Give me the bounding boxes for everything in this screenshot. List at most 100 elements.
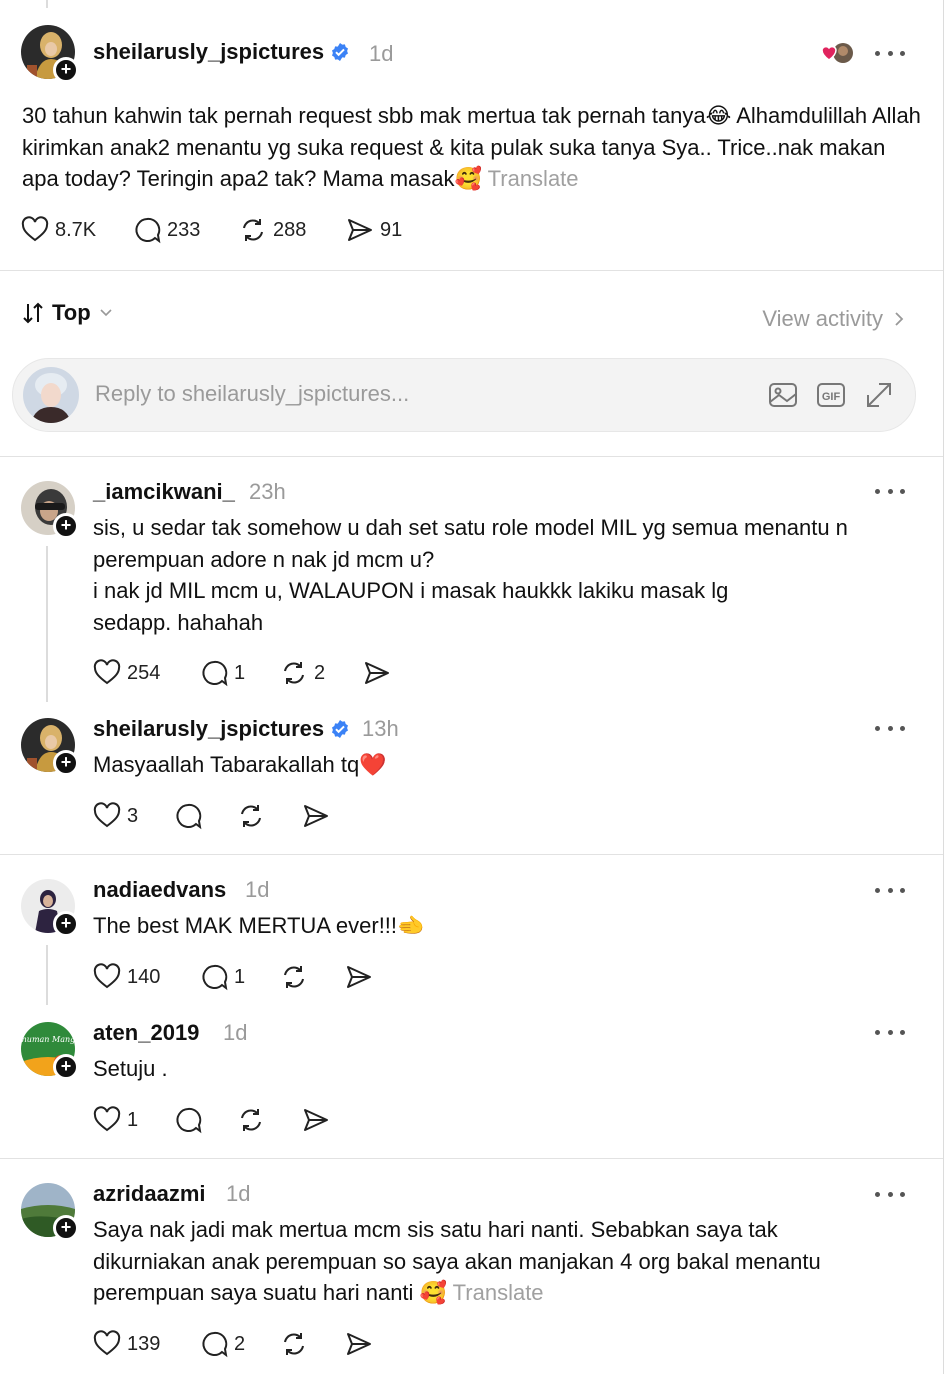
comment-avatar[interactable]: Minuman Mangga + xyxy=(21,1022,79,1080)
liker-avatars-icon[interactable] xyxy=(818,40,856,66)
like-button[interactable]: 8.7K xyxy=(21,214,96,246)
repost-button[interactable]: 2 xyxy=(280,657,325,689)
repost-icon xyxy=(284,1333,304,1355)
repost-button[interactable] xyxy=(280,961,308,993)
follow-plus-icon[interactable]: + xyxy=(53,1215,79,1241)
comment-more-icon[interactable] xyxy=(875,885,905,895)
view-activity-link[interactable]: View activity xyxy=(762,306,905,332)
comment-icon xyxy=(202,964,228,991)
sort-icon xyxy=(23,302,43,324)
send-icon xyxy=(347,1333,371,1355)
comment-more-icon[interactable] xyxy=(875,723,905,733)
comment-time: 1d xyxy=(245,877,270,902)
comment-more-icon[interactable] xyxy=(875,1189,905,1199)
image-attach-icon[interactable] xyxy=(767,379,799,411)
post-username[interactable]: sheilarusly_jspictures xyxy=(93,39,350,65)
send-icon xyxy=(347,966,371,988)
follow-plus-icon[interactable]: + xyxy=(53,1054,79,1080)
post-more-icon[interactable] xyxy=(875,48,905,58)
chevron-right-icon xyxy=(895,312,904,326)
divider xyxy=(0,456,943,457)
comment-icon xyxy=(176,803,202,830)
send-icon xyxy=(304,1109,328,1131)
comment-avatar[interactable]: + xyxy=(21,1183,79,1241)
send-icon xyxy=(304,805,328,827)
sort-dropdown[interactable]: Top xyxy=(20,300,113,326)
like-button[interactable]: 140 xyxy=(93,961,160,993)
like-button[interactable]: 139 xyxy=(93,1328,160,1360)
reply-input[interactable]: Reply to sheilarusly_jspictures... xyxy=(95,381,409,407)
reply-composer[interactable]: Reply to sheilarusly_jspictures... GIF xyxy=(12,358,916,432)
svg-text:GIF: GIF xyxy=(822,391,841,403)
post-avatar[interactable]: + xyxy=(21,25,79,83)
follow-plus-icon[interactable]: + xyxy=(53,513,79,539)
repost-icon xyxy=(284,662,304,684)
svg-text:Minuman Mangga: Minuman Mangga xyxy=(21,1035,75,1044)
comment-text: The best MAK MERTUA ever!!!🫲 xyxy=(93,913,425,938)
comment-username[interactable]: azridaazmi xyxy=(93,1181,206,1207)
repost-button[interactable]: 288 xyxy=(239,214,306,246)
reply-button[interactable]: 1 xyxy=(200,961,245,993)
divider xyxy=(0,854,943,855)
repost-icon xyxy=(241,1109,261,1131)
comment-icon xyxy=(202,660,228,687)
share-button[interactable]: 91 xyxy=(346,214,402,246)
comment-avatar[interactable]: + xyxy=(21,879,79,937)
comment-time: 23h xyxy=(249,479,286,504)
comment-more-icon[interactable] xyxy=(875,1027,905,1037)
follow-plus-icon[interactable]: + xyxy=(53,57,79,83)
share-button[interactable] xyxy=(363,657,391,689)
reply-button[interactable]: 1 xyxy=(200,657,245,689)
reply-button[interactable] xyxy=(174,1104,202,1136)
current-user-avatar xyxy=(23,367,79,423)
post-time: 1d xyxy=(369,41,394,66)
reply-button[interactable]: 233 xyxy=(133,214,200,246)
translate-link[interactable]: Translate xyxy=(488,166,579,191)
repost-button[interactable] xyxy=(237,800,265,832)
thread-view: + sheilarusly_jspictures 1d 30 tahun kah… xyxy=(0,0,944,1374)
comment-actions: 139 2 xyxy=(93,1328,393,1360)
comment-text: Masyaallah Tabarakallah tq❤️ xyxy=(93,752,387,777)
heart-icon xyxy=(93,963,121,989)
post-actions: 8.7K 233 288 91 xyxy=(21,214,521,246)
follow-plus-icon[interactable]: + xyxy=(53,750,79,776)
comment-avatar[interactable]: + xyxy=(21,481,79,539)
repost-button[interactable] xyxy=(280,1328,308,1360)
share-button[interactable] xyxy=(345,1328,373,1360)
like-button[interactable]: 3 xyxy=(93,800,138,832)
translate-link[interactable]: Translate xyxy=(453,1280,544,1305)
share-button[interactable] xyxy=(345,961,373,993)
repost-icon xyxy=(284,966,304,988)
comment-username[interactable]: nadiaedvans xyxy=(93,877,226,903)
thread-connector xyxy=(46,0,48,8)
reply-button[interactable] xyxy=(174,800,202,832)
gif-icon[interactable]: GIF xyxy=(815,379,847,411)
like-button[interactable]: 254 xyxy=(93,657,160,689)
send-icon xyxy=(365,662,389,684)
comment-icon xyxy=(176,1107,202,1134)
divider xyxy=(0,270,943,271)
expand-icon[interactable] xyxy=(863,379,895,411)
comment-username[interactable]: sheilarusly_jspictures xyxy=(93,716,350,742)
comment-text: sis, u sedar tak somehow u dah set satu … xyxy=(93,515,848,635)
reply-button[interactable]: 2 xyxy=(200,1328,245,1360)
comment-username[interactable]: aten_2019 xyxy=(93,1020,199,1046)
verified-badge-icon xyxy=(332,720,349,738)
heart-icon xyxy=(21,216,49,242)
verified-badge-icon xyxy=(332,43,349,61)
repost-button[interactable] xyxy=(237,1104,265,1136)
send-icon xyxy=(348,219,372,241)
heart-icon xyxy=(93,802,121,828)
comment-more-icon[interactable] xyxy=(875,486,905,496)
share-button[interactable] xyxy=(302,800,330,832)
comment-username[interactable]: _iamcikwani_ xyxy=(93,479,235,505)
share-button[interactable] xyxy=(302,1104,330,1136)
comment-actions: 1 xyxy=(93,1104,353,1136)
comment-avatar[interactable]: + xyxy=(21,718,79,776)
repost-icon xyxy=(241,805,261,827)
like-button[interactable]: 1 xyxy=(93,1104,138,1136)
post-text: 30 tahun kahwin tak pernah request sbb m… xyxy=(22,103,921,191)
heart-icon xyxy=(93,1106,121,1132)
repost-icon xyxy=(243,219,263,241)
follow-plus-icon[interactable]: + xyxy=(53,911,79,937)
